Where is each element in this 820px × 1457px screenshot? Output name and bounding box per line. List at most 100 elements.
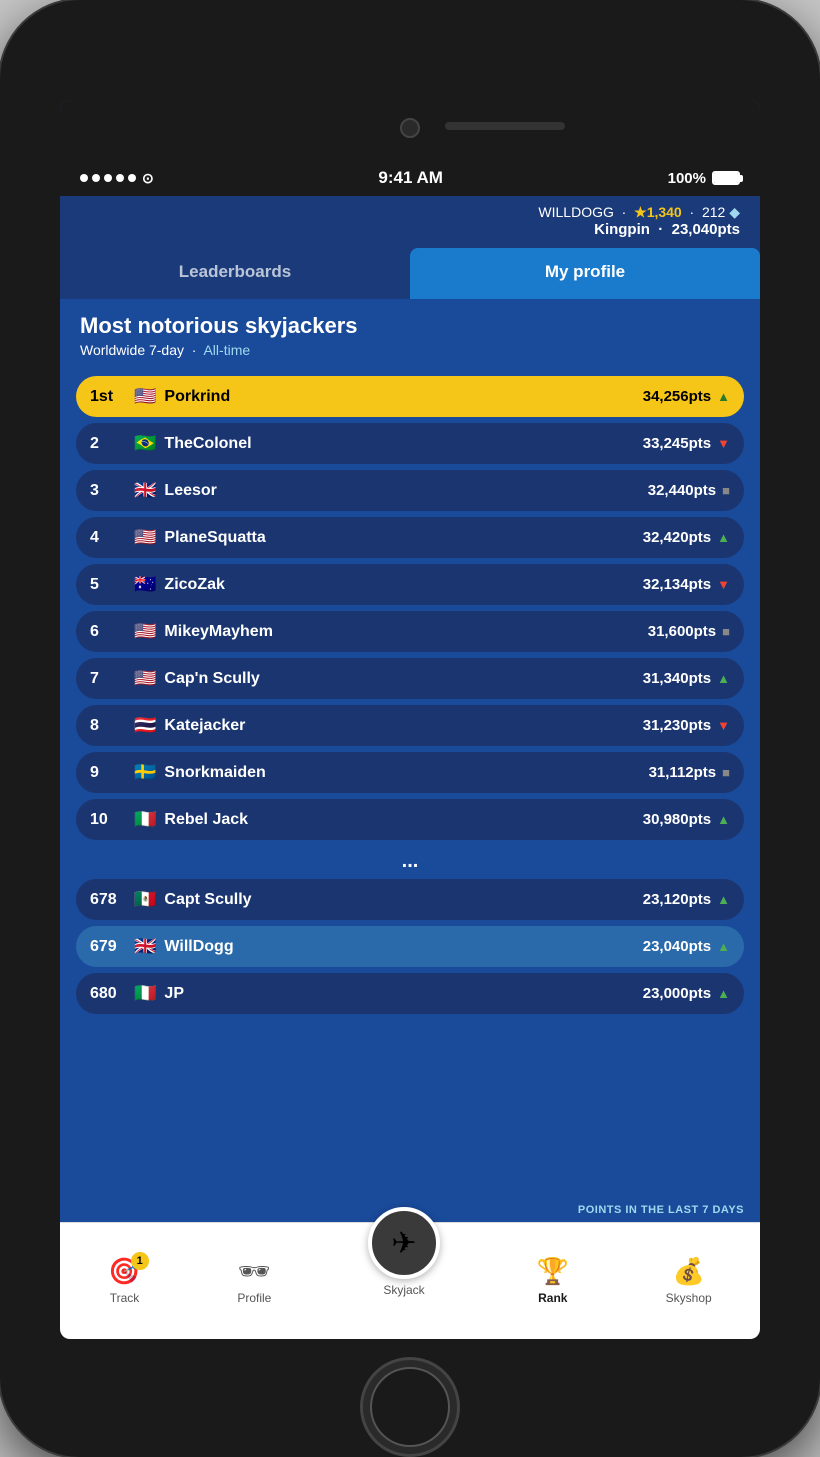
nav-item-profile[interactable]: 🕶 Profile	[223, 1252, 285, 1309]
nav-icon-skyshop: 💰	[672, 1256, 704, 1287]
name-cell: Snorkmaiden	[164, 764, 648, 782]
table-row[interactable]: 3 🇬🇧 Leesor 32,440pts ■	[76, 470, 744, 511]
home-button[interactable]	[360, 1357, 460, 1457]
nav-item-track[interactable]: 1 🎯 Track	[94, 1252, 154, 1309]
table-row[interactable]: 679 🇬🇧 WillDogg 23,040pts ▲	[76, 926, 744, 967]
pts-cell: 31,340pts	[643, 670, 711, 687]
arrow-icon: ▲	[717, 892, 730, 907]
user-header-line1: WILLDOGG · ★1,340 · 212 ◆	[80, 204, 740, 221]
flag-icon: 🇺🇸	[134, 668, 156, 689]
arrow-icon: ▼	[717, 436, 730, 451]
flag-icon: 🇲🇽	[134, 889, 156, 910]
leaderboard-title: Most notorious skyjackers	[80, 313, 740, 339]
rank-title: Kingpin	[594, 221, 650, 238]
pts-cell: 31,112pts	[649, 764, 717, 781]
pts-cell: 30,980pts	[643, 811, 711, 828]
nav-icon-rank: 🏆	[537, 1256, 569, 1287]
nav-badge-track: 1	[131, 1252, 149, 1270]
flag-icon: 🇧🇷	[134, 433, 156, 454]
flag-icon: 🇸🇪	[134, 762, 156, 783]
tab-leaderboards[interactable]: Leaderboards	[60, 248, 410, 299]
name-cell: TheColonel	[164, 435, 642, 453]
rank-cell: 1st	[90, 388, 126, 406]
arrow-icon: ▼	[717, 577, 730, 592]
signal-dots	[80, 174, 136, 182]
arrow-icon: ▲	[717, 812, 730, 827]
flag-icon: 🇬🇧	[134, 936, 156, 957]
user-extra: 212	[702, 204, 725, 220]
pts-cell: 33,245pts	[643, 435, 711, 452]
flag-icon: 🇺🇸	[134, 621, 156, 642]
table-row[interactable]: 1st 🇺🇸 Porkrind 34,256pts ▲	[76, 376, 744, 417]
name-cell: Rebel Jack	[164, 811, 642, 829]
username: WILLDOGG	[538, 204, 613, 220]
name-cell: ZicoZak	[164, 576, 642, 594]
flag-icon: 🇺🇸	[134, 386, 156, 407]
status-right: 100%	[668, 170, 740, 187]
subtitle-period: Worldwide 7-day	[80, 342, 184, 358]
table-row[interactable]: 2 🇧🇷 TheColonel 33,245pts ▼	[76, 423, 744, 464]
user-coins: ★1,340	[634, 204, 686, 220]
ellipsis-separator: ...	[76, 846, 744, 879]
home-button-inner	[370, 1367, 450, 1447]
flag-icon: 🇦🇺	[134, 574, 156, 595]
tabs-bar: Leaderboards My profile	[60, 248, 760, 299]
table-row[interactable]: 680 🇮🇹 JP 23,000pts ▲	[76, 973, 744, 1014]
leaderboard-subtitle: Worldwide 7-day · All-time	[80, 342, 740, 358]
pts-cell: 34,256pts	[643, 388, 711, 405]
name-cell: Cap'n Scully	[164, 670, 642, 688]
rank-cell: 6	[90, 623, 126, 641]
rank-cell: 8	[90, 717, 126, 735]
rank-cell: 9	[90, 764, 126, 782]
name-cell: Porkrind	[164, 388, 642, 406]
phone-outer: ⊙ 9:41 AM 100% WILLDOGG · ★1,340 · 212 ◆	[0, 0, 820, 1457]
pts-cell: 23,000pts	[643, 985, 711, 1002]
nav-label-profile: Profile	[237, 1291, 271, 1305]
pts-cell: 31,230pts	[643, 717, 711, 734]
name-cell: Leesor	[164, 482, 647, 500]
arrow-icon: ▲	[717, 389, 730, 404]
nav-icon-profile: 🕶	[238, 1256, 271, 1287]
rank-cell: 3	[90, 482, 126, 500]
status-left: ⊙	[80, 170, 154, 187]
phone-screen: ⊙ 9:41 AM 100% WILLDOGG · ★1,340 · 212 ◆	[60, 100, 760, 1339]
table-row[interactable]: 678 🇲🇽 Capt Scully 23,120pts ▲	[76, 879, 744, 920]
arrow-icon: ▲	[717, 986, 730, 1001]
arrow-icon: ▼	[717, 718, 730, 733]
pts-cell: 32,420pts	[643, 529, 711, 546]
table-row[interactable]: 6 🇺🇸 MikeyMayhem 31,600pts ■	[76, 611, 744, 652]
table-row[interactable]: 5 🇦🇺 ZicoZak 32,134pts ▼	[76, 564, 744, 605]
table-row[interactable]: 7 🇺🇸 Cap'n Scully 31,340pts ▲	[76, 658, 744, 699]
table-row[interactable]: 8 🇹🇭 Katejacker 31,230pts ▼	[76, 705, 744, 746]
flag-icon: 🇺🇸	[134, 527, 156, 548]
tab-myprofile[interactable]: My profile	[410, 248, 760, 299]
skyjack-icon: ✈	[368, 1207, 440, 1279]
user-header-line2: Kingpin · 23,040pts	[80, 221, 740, 238]
name-cell: WillDogg	[164, 938, 642, 956]
nav-item-rank[interactable]: 🏆 Rank	[523, 1252, 583, 1309]
rank-cell: 5	[90, 576, 126, 594]
flag-icon: 🇮🇹	[134, 983, 156, 1004]
rank-cell: 7	[90, 670, 126, 688]
diamond-icon: ◆	[729, 204, 740, 220]
flag-icon: 🇹🇭	[134, 715, 156, 736]
nav-item-skyshop[interactable]: 💰 Skyshop	[652, 1252, 726, 1309]
table-row[interactable]: 4 🇺🇸 PlaneSquatta 32,420pts ▲	[76, 517, 744, 558]
front-camera	[400, 118, 420, 138]
rank-cell: 10	[90, 811, 126, 829]
name-cell: Katejacker	[164, 717, 642, 735]
status-time: 9:41 AM	[378, 168, 443, 188]
flag-icon: 🇬🇧	[134, 480, 156, 501]
leaderboard-header: Most notorious skyjackers Worldwide 7-da…	[60, 299, 760, 366]
arrow-icon: ▲	[717, 671, 730, 686]
notch-area	[60, 100, 760, 160]
rank-cell: 679	[90, 938, 126, 956]
user-header: WILLDOGG · ★1,340 · 212 ◆ Kingpin · 23,0…	[60, 196, 760, 248]
name-cell: PlaneSquatta	[164, 529, 642, 547]
table-row[interactable]: 9 🇸🇪 Snorkmaiden 31,112pts ■	[76, 752, 744, 793]
pts-cell: 23,120pts	[643, 891, 711, 908]
flag-icon: 🇮🇹	[134, 809, 156, 830]
nav-item-skyjack[interactable]: ✈ Skyjack	[354, 1203, 454, 1301]
table-row[interactable]: 10 🇮🇹 Rebel Jack 30,980pts ▲	[76, 799, 744, 840]
rank-cell: 2	[90, 435, 126, 453]
